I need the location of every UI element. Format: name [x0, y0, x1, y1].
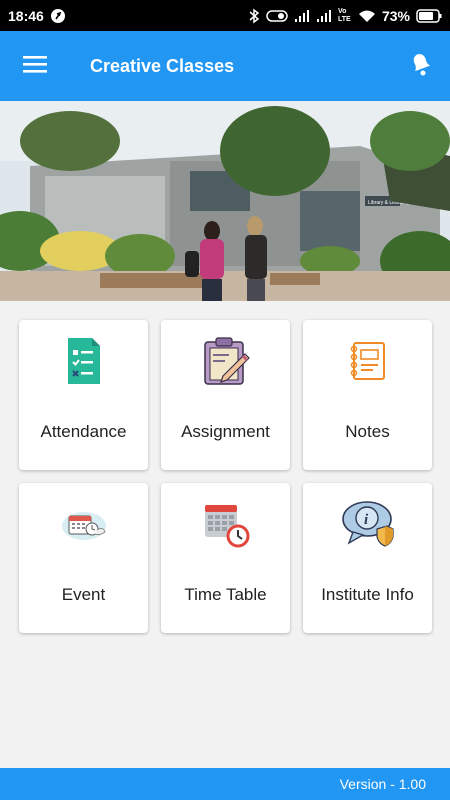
wifi-icon: [358, 9, 376, 23]
bluetooth-icon: [248, 8, 260, 24]
institute-info-label: Institute Info: [321, 585, 414, 604]
calendar-clock-icon: [201, 497, 251, 551]
hamburger-menu-icon: [23, 54, 47, 79]
version-text: Version - 1.00: [339, 776, 426, 792]
menu-button[interactable]: [0, 31, 70, 101]
signal-icon-1: [294, 9, 310, 23]
status-time: 18:46: [8, 7, 44, 24]
clipboard-pencil-icon: [201, 334, 251, 388]
attendance-tile[interactable]: Attendance: [19, 320, 148, 470]
assignment-label: Assignment: [181, 422, 270, 441]
signal-icon-2: [316, 9, 332, 23]
notifications-button[interactable]: [390, 31, 450, 101]
attendance-checklist-icon: [64, 334, 104, 388]
institute-info-tile[interactable]: i Institute Info: [303, 483, 432, 633]
notebook-icon: [348, 334, 388, 388]
calendar-event-icon: [59, 497, 109, 551]
battery-icon: [416, 8, 442, 23]
battery-percent: 73%: [381, 7, 410, 24]
app-title: Creative Classes: [90, 55, 235, 76]
status-bar: 18:46 Vo LTE 73%: [0, 0, 450, 31]
attendance-label: Attendance: [40, 422, 127, 441]
menu-grid: Attendance Assignment Notes Event Time T…: [19, 320, 433, 633]
time-table-tile[interactable]: Time Table: [161, 483, 290, 633]
event-label: Event: [61, 585, 106, 604]
app-notification-icon: [50, 8, 66, 24]
notes-label: Notes: [345, 422, 390, 441]
vibrate-icon: [266, 9, 288, 23]
footer-bar: Version - 1.00: [0, 768, 450, 800]
info-shield-icon: i: [341, 497, 395, 551]
campus-banner-image: Library & Learning Hub: [0, 101, 450, 301]
app-bar: Creative Classes: [0, 31, 450, 101]
event-tile[interactable]: Event: [19, 483, 148, 633]
volte-label: Vo LTE: [337, 7, 351, 23]
assignment-tile[interactable]: Assignment: [161, 320, 290, 470]
notes-tile[interactable]: Notes: [303, 320, 432, 470]
time-table-label: Time Table: [184, 585, 267, 604]
bell-icon: [407, 51, 433, 82]
